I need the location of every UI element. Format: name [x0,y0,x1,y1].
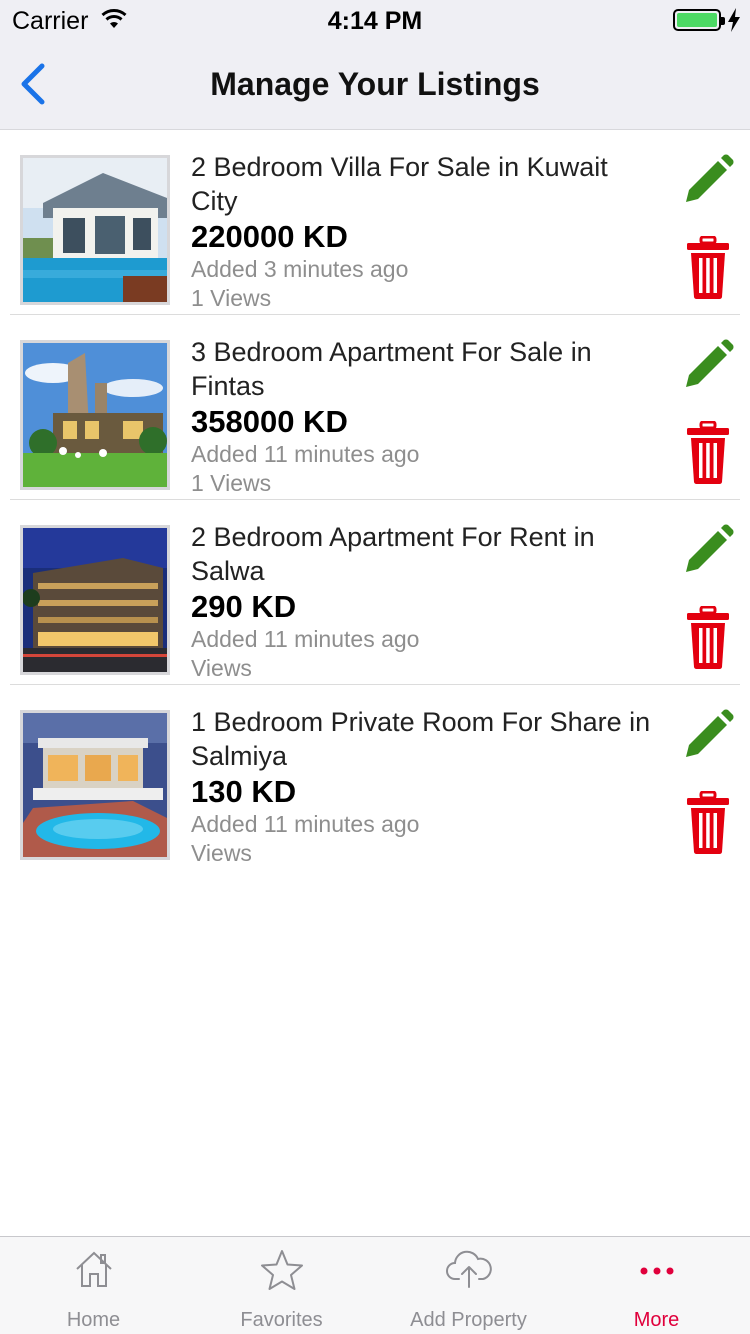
edit-listing-button[interactable] [682,339,734,391]
tab-more[interactable]: More [563,1237,750,1334]
charging-icon [728,8,740,32]
delete-listing-button[interactable] [686,420,730,485]
pencil-icon [686,339,734,387]
edit-listing-button[interactable] [682,709,734,761]
delete-listing-button[interactable] [686,605,730,670]
tab-label: Add Property [410,1309,527,1331]
delete-listing-button[interactable] [686,790,730,855]
listing-info: 1 Bedroom Private Room For Share in Salm… [191,705,661,868]
listing-info: 2 Bedroom Villa For Sale in Kuwait City … [191,150,661,313]
listing-photo[interactable] [20,710,170,860]
listing-price: 220000 KD [191,219,348,254]
listing-row[interactable]: 1 Bedroom Private Room For Share in Salm… [10,685,740,870]
trash-icon [687,605,729,669]
listing-photo[interactable] [20,155,170,305]
tab-label: Favorites [240,1309,323,1331]
pencil-icon [686,709,734,757]
listing-title[interactable]: 2 Bedroom Villa For Sale in Kuwait City [191,150,661,218]
status-time: 4:14 PM [327,7,423,35]
listing-added-time: Added 3 minutes ago [191,256,409,282]
tab-bar: Home Favorites Add Property More [0,1236,750,1334]
listing-price: 358000 KD [191,404,348,439]
listing-row[interactable]: 3 Bedroom Apartment For Sale in Fintas 3… [10,315,740,500]
home-icon [75,1251,112,1287]
tab-home[interactable]: Home [0,1237,187,1334]
star-icon [260,1250,303,1290]
page-title: Manage Your Listings [210,66,540,102]
tab-add-property[interactable]: Add Property [375,1237,562,1334]
listing-views: 1 Views [191,285,272,311]
listing-title[interactable]: 3 Bedroom Apartment For Sale in Fintas [191,335,661,403]
tab-label: More [633,1309,680,1331]
trash-icon [687,420,729,484]
listing-added-time: Added 11 minutes ago [191,811,420,837]
cloud-upload-icon [445,1250,492,1288]
status-bar: Carrier 4:14 PM [0,0,750,40]
listing-photo[interactable] [20,340,170,490]
listing-info: 3 Bedroom Apartment For Sale in Fintas 3… [191,335,661,498]
navigation-bar: Manage Your Listings [0,40,750,130]
pencil-icon [686,154,734,202]
listing-row[interactable]: 2 Bedroom Villa For Sale in Kuwait City … [10,130,740,315]
pencil-icon [686,524,734,572]
listing-added-time: Added 11 minutes ago [191,441,420,467]
listing-added-time: Added 11 minutes ago [191,626,420,652]
listing-price: 290 KD [191,589,297,624]
listing-views: Views [191,655,252,681]
listing-title[interactable]: 1 Bedroom Private Room For Share in Salm… [191,705,661,773]
edit-listing-button[interactable] [682,524,734,576]
battery-icon [673,9,725,31]
listings-list: 2 Bedroom Villa For Sale in Kuwait City … [0,130,750,870]
listing-title[interactable]: 2 Bedroom Apartment For Rent in Salwa [191,520,661,588]
more-icon [640,1267,673,1275]
listing-views: Views [191,840,252,866]
listing-info: 2 Bedroom Apartment For Rent in Salwa 29… [191,520,661,683]
listing-row[interactable]: 2 Bedroom Apartment For Rent in Salwa 29… [10,500,740,685]
listing-price: 130 KD [191,774,297,809]
listing-views: 1 Views [191,470,272,496]
delete-listing-button[interactable] [686,235,730,300]
trash-icon [687,235,729,299]
trash-icon [687,790,729,854]
listing-photo[interactable] [20,525,170,675]
tab-favorites[interactable]: Favorites [188,1237,375,1334]
tab-label: Home [66,1309,121,1331]
edit-listing-button[interactable] [682,154,734,206]
